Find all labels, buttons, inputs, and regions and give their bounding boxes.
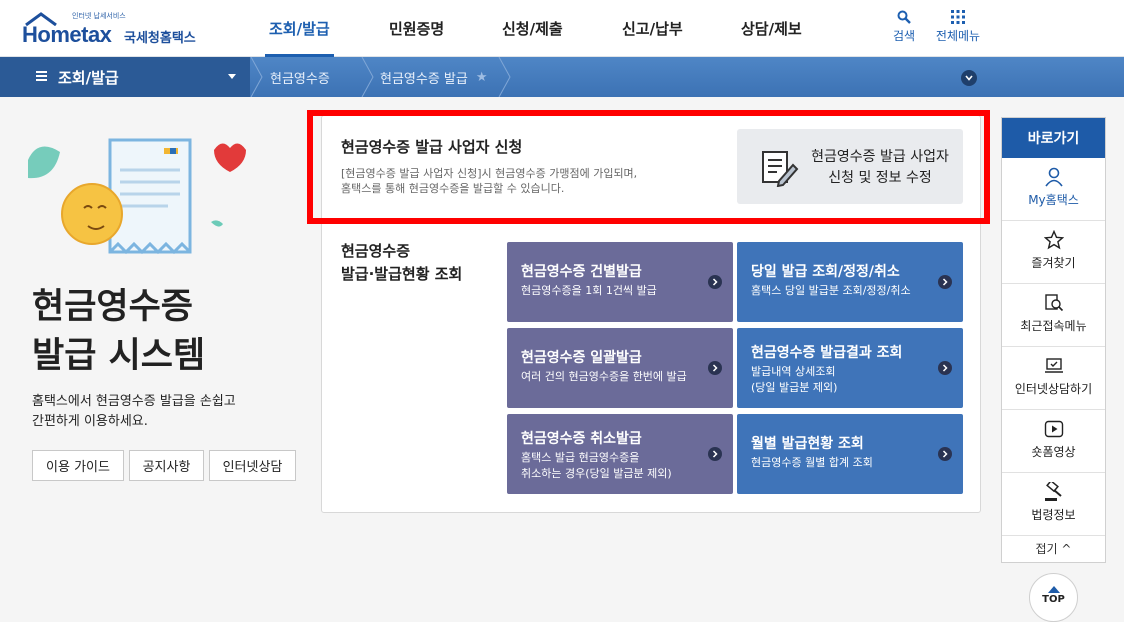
tile-single-issue[interactable]: 현금영수증 건별발급 현금영수증을 1회 1건씩 발급	[507, 242, 733, 322]
guide-button[interactable]: 이용 가이드	[32, 450, 124, 481]
quick-item-law-info[interactable]: 법령정보	[1002, 473, 1105, 536]
search-label: 검색	[892, 29, 916, 43]
search-button[interactable]: 검색	[874, 10, 934, 44]
tile-desc-line1: 홈택스 발급 현금영수증을	[521, 451, 640, 464]
hamburger-icon	[36, 71, 47, 81]
nav-lookup-issue[interactable]: 조회/발급	[265, 0, 334, 57]
quick-item-label: 숏폼영상	[1031, 445, 1076, 459]
chevron-down-icon	[965, 75, 973, 81]
tile-today-lookup-correct-cancel[interactable]: 당일 발급 조회/정정/취소 홈택스 당일 발급분 조회/정정/취소	[737, 242, 963, 322]
arrow-up-icon	[1047, 586, 1060, 593]
logo-name: 국세청홈택스	[124, 31, 196, 46]
breadcrumb-separator-icon	[250, 57, 263, 97]
quick-item-label: 법령정보	[1031, 508, 1076, 522]
breadcrumb-expand-button[interactable]	[961, 70, 977, 86]
cash-receipt-illustration	[28, 138, 246, 255]
chevron-right-icon	[708, 447, 722, 461]
quick-links-title: 바로가기	[1002, 118, 1105, 158]
tile-bulk-issue[interactable]: 현금영수증 일괄발급 여러 건의 현금영수증을 한번에 발급	[507, 328, 733, 408]
tile-issue-result-lookup[interactable]: 현금영수증 발급결과 조회 발급내역 상세조회 (당일 발급분 제외)	[737, 328, 963, 408]
nav-apply-submit[interactable]: 신청/제출	[502, 0, 563, 57]
highlight-box	[307, 110, 990, 224]
recent-search-icon	[1044, 294, 1063, 312]
tile-desc-line2: (당일 발급분 제외)	[751, 381, 838, 394]
tile-title: 현금영수증 발급결과 조회	[751, 345, 903, 361]
tile-title: 당일 발급 조회/정정/취소	[751, 264, 900, 280]
top-header: 인터넷 납세서비스 Hometax 국세청홈택스 조회/발급 민원증명 신청/제…	[0, 0, 1124, 57]
quick-item-label: 즐겨찾기	[1031, 256, 1076, 270]
hero-title: 현금영수증 발급 시스템	[32, 283, 205, 381]
tile-desc-line2: 취소하는 경우(당일 발급분 제외)	[521, 467, 672, 480]
hero-desc-line1: 홈택스에서 현금영수증 발급을 손쉽고	[32, 394, 236, 409]
breadcrumb-item-cash-receipt-issue[interactable]: 현금영수증 발급 ★	[380, 57, 488, 97]
nav-report-pay[interactable]: 신고/납부	[622, 0, 683, 57]
grid-menu-icon	[951, 10, 965, 24]
hero-desc-line2: 간편하게 이용하세요.	[32, 414, 148, 429]
breadcrumb-separator-icon	[498, 57, 511, 97]
tile-title: 월별 발급현황 조회	[751, 436, 864, 452]
tile-title: 현금영수증 취소발급	[521, 431, 642, 447]
quick-item-label: 인터넷상담하기	[1014, 382, 1093, 396]
tile-monthly-status[interactable]: 월별 발급현황 조회 현금영수증 월별 합계 조회	[737, 414, 963, 494]
quick-item-online-consult[interactable]: 인터넷상담하기	[1002, 347, 1105, 410]
all-menu-label: 전체메뉴	[935, 29, 981, 43]
quick-fold-button[interactable]: 접기 ^	[1002, 536, 1105, 562]
all-menu-button[interactable]: 전체메뉴	[928, 10, 988, 44]
hometax-logo[interactable]: 인터넷 납세서비스 Hometax 국세청홈택스	[20, 10, 210, 50]
tile-title: 현금영수증 일괄발급	[521, 350, 642, 366]
breadcrumb-current-label: 현금영수증 발급	[380, 71, 468, 87]
chevron-right-icon	[708, 361, 722, 375]
breadcrumb-item-cash-receipt[interactable]: 현금영수증	[270, 57, 330, 97]
quick-item-recent-menu[interactable]: 최근접속메뉴	[1002, 284, 1105, 347]
favorite-star-icon[interactable]: ★	[476, 70, 488, 85]
section-title-line2: 발급·발급현황 조회	[341, 265, 463, 283]
user-icon	[1044, 167, 1063, 187]
gavel-icon	[1044, 482, 1062, 501]
tile-title: 현금영수증 건별발급	[521, 264, 642, 280]
play-video-icon	[1044, 420, 1063, 438]
star-icon	[1043, 230, 1064, 250]
quick-item-my-hometax[interactable]: My홈택스	[1002, 158, 1105, 221]
caret-down-icon	[228, 74, 236, 79]
online-consult-button[interactable]: 인터넷상담	[209, 450, 296, 481]
tile-desc: 여러 건의 현금영수증을 한번에 발급	[521, 370, 687, 383]
section-title-line1: 현금영수증	[341, 242, 411, 260]
chevron-right-icon	[708, 275, 722, 289]
tile-cancel-issue[interactable]: 현금영수증 취소발급 홈택스 발급 현금영수증을 취소하는 경우(당일 발급분 …	[507, 414, 733, 494]
breadcrumb-menu-label: 조회/발급	[58, 68, 119, 87]
logo-brand: Hometax	[22, 22, 112, 47]
quick-item-label: 최근접속메뉴	[1020, 319, 1087, 333]
tile-desc: 현금영수증을 1회 1건씩 발급	[521, 284, 657, 297]
chevron-right-icon	[938, 447, 952, 461]
hero-title-line1: 현금영수증	[32, 287, 194, 327]
breadcrumb: 조회/발급 현금영수증 현금영수증 발급 ★	[0, 57, 1124, 97]
laptop-chat-icon	[1044, 358, 1063, 373]
quick-item-favorites[interactable]: 즐겨찾기	[1002, 221, 1105, 284]
hero-description: 홈택스에서 현금영수증 발급을 손쉽고 간편하게 이용하세요.	[32, 392, 236, 432]
quick-item-label: My홈택스	[1028, 193, 1079, 207]
notice-button[interactable]: 공지사항	[129, 450, 204, 481]
breadcrumb-separator-icon	[361, 57, 374, 97]
tile-desc: 홈택스 당일 발급분 조회/정정/취소	[751, 284, 911, 297]
nav-consult-report[interactable]: 상담/제보	[741, 0, 802, 57]
tile-desc: 홈택스 발급 현금영수증을 취소하는 경우(당일 발급분 제외)	[521, 450, 672, 482]
scroll-top-button[interactable]: TOP	[1029, 573, 1078, 622]
chevron-right-icon	[938, 361, 952, 375]
section-title: 현금영수증 발급·발급현황 조회	[341, 240, 462, 286]
quick-links-panel: 바로가기 My홈택스 즐겨찾기 최근접속메뉴 인터넷상담하기 숏폼영상 법령정보…	[1001, 117, 1106, 563]
breadcrumb-menu-dropdown[interactable]: 조회/발급	[0, 57, 250, 97]
scroll-top-label: TOP	[1042, 594, 1065, 605]
chevron-right-icon	[938, 275, 952, 289]
hero-title-line2: 발급 시스템	[32, 336, 206, 376]
nav-civil-certificate[interactable]: 민원증명	[389, 0, 444, 57]
tile-desc-line1: 발급내역 상세조회	[751, 365, 836, 378]
search-icon	[897, 10, 911, 24]
quick-item-shortform-video[interactable]: 숏폼영상	[1002, 410, 1105, 473]
tile-desc: 발급내역 상세조회 (당일 발급분 제외)	[751, 364, 837, 396]
logo-tagline: 인터넷 납세서비스	[72, 12, 126, 20]
tile-desc: 현금영수증 월별 합계 조회	[751, 456, 873, 469]
